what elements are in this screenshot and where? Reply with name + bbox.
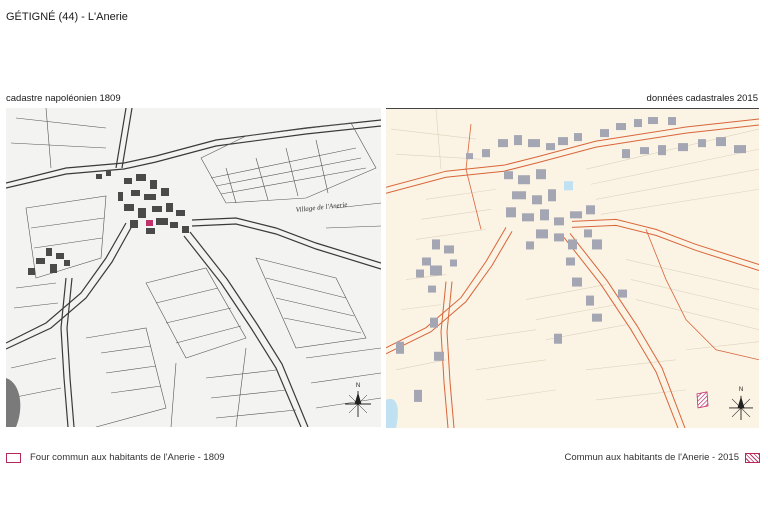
- north-label-right: N: [739, 387, 743, 393]
- north-label-left: N: [356, 383, 360, 389]
- modern-cadastre-map[interactable]: N: [386, 108, 759, 428]
- modern-map-drawing: N: [386, 109, 759, 428]
- right-map-label: données cadastrales 2015: [646, 93, 758, 104]
- oven-highlight-1809: [146, 220, 153, 226]
- legend-left: Four commun aux habitants de l'Anerie - …: [6, 452, 225, 463]
- oven-swatch-icon: [6, 452, 21, 463]
- common-parcel-highlight-2015: [696, 391, 709, 409]
- legend-right: Commun aux habitants de l'Anerie - 2015: [564, 452, 760, 463]
- north-arrow-icon: [729, 395, 753, 420]
- common-parcel-swatch-icon: [745, 452, 760, 463]
- napoleonic-cadastre-map[interactable]: N Village de l'Anerie: [6, 108, 381, 427]
- legend-right-text: Commun aux habitants de l'Anerie - 2015: [564, 452, 740, 463]
- page-title: GÉTIGNÉ (44) - L'Anerie: [6, 11, 128, 23]
- left-map-label: cadastre napoléonien 1809: [6, 93, 121, 104]
- legend-left-text: Four commun aux habitants de l'Anerie - …: [30, 452, 225, 463]
- napoleonic-map-drawing: N Village de l'Anerie: [6, 108, 381, 427]
